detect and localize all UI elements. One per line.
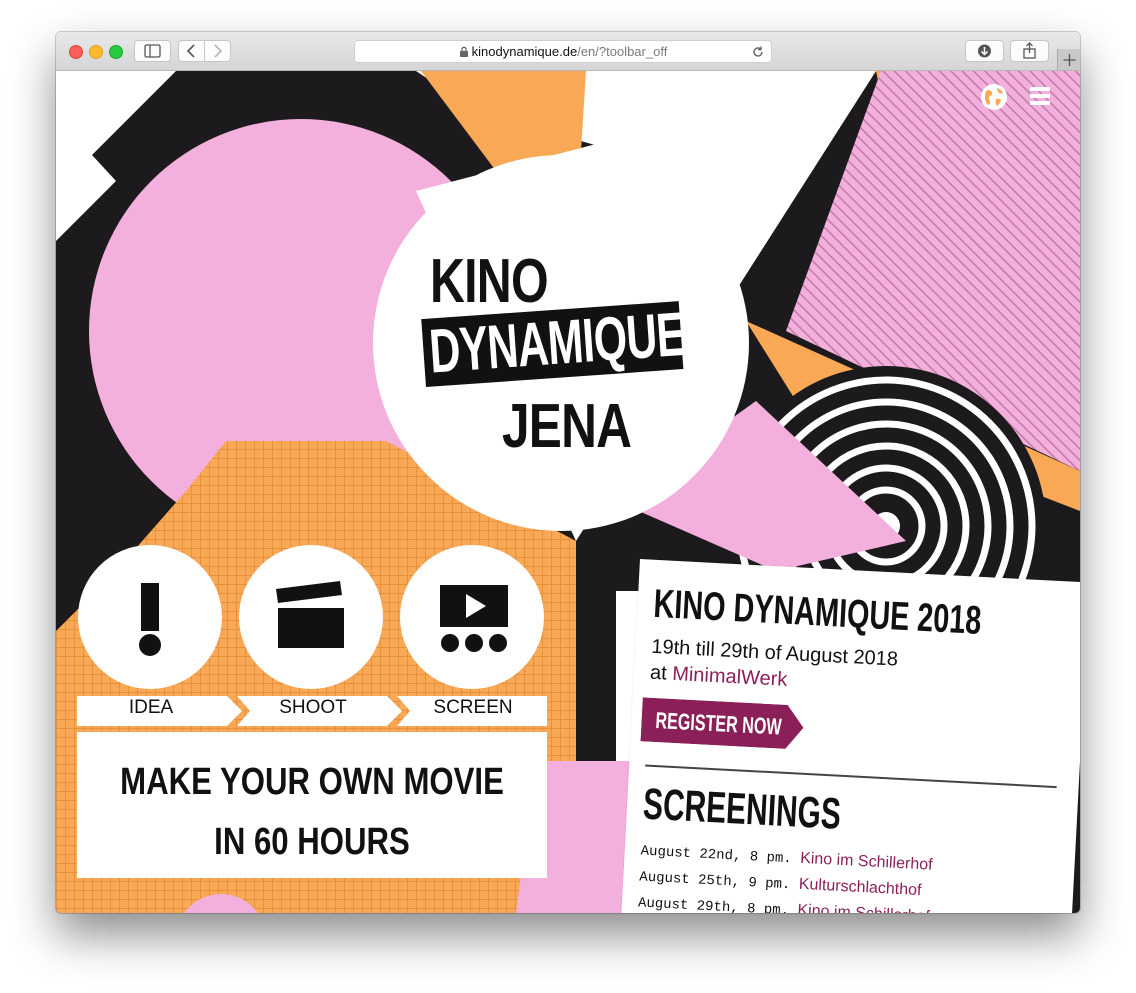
url-host: kinodynamique.de [471, 44, 578, 59]
step-label-idea: IDEA [128, 697, 174, 718]
register-button[interactable]: REGISTER NOW [640, 697, 804, 749]
event-location-prefix: at [649, 661, 668, 685]
tagline: MAKE YOUR OWN MOVIE IN 60 HOURS [120, 761, 504, 863]
browser-toolbar: kinodynamique.de/en/?toolbar_off [56, 32, 1080, 71]
steps-bar: IDEA SHOOT SCREEN [77, 696, 547, 726]
back-button[interactable] [178, 40, 205, 62]
tagline-box: MAKE YOUR OWN MOVIE IN 60 HOURS [77, 732, 547, 878]
film-projection-icon [440, 585, 508, 652]
step-circle-shoot[interactable] [239, 545, 383, 689]
url-path: /en/?toolbar_off [577, 44, 668, 59]
step-label-screen: SCREEN [433, 697, 513, 718]
chevron-right-icon [214, 44, 223, 58]
reload-icon[interactable] [751, 45, 765, 59]
logo-line-dynamique: DYNAMIQUE [427, 299, 687, 387]
zoom-window-button[interactable] [109, 45, 123, 59]
browser-window: kinodynamique.de/en/?toolbar_off KINO DY… [56, 32, 1080, 913]
site-logo[interactable]: KINO DYNAMIQUE JENA [421, 247, 696, 461]
minimize-window-button[interactable] [89, 45, 103, 59]
logo-line-kino: KINO [430, 247, 549, 316]
new-tab-button[interactable] [1057, 49, 1080, 70]
menu-icon [1030, 87, 1050, 105]
share-icon [1023, 42, 1036, 59]
address-bar[interactable]: kinodynamique.de/en/?toolbar_off [354, 40, 772, 63]
chevron-left-icon [186, 44, 195, 58]
sidebar-toggle-button[interactable] [134, 40, 171, 62]
downloads-button[interactable] [965, 40, 1004, 62]
close-window-button[interactable] [69, 45, 83, 59]
step-label-shoot: SHOOT [279, 697, 347, 718]
event-venue-link[interactable]: MinimalWerk [672, 663, 788, 691]
lock-icon [459, 46, 468, 57]
sidebar-icon [144, 44, 161, 58]
screening-venue-link[interactable]: Kino im Schillerhof [800, 850, 933, 874]
event-location: at MinimalWerk [649, 662, 787, 692]
forward-button[interactable] [204, 40, 231, 62]
share-button[interactable] [1010, 40, 1049, 62]
event-title: KINO DYNAMIQUE 2018 [652, 581, 983, 643]
clapperboard-icon [276, 581, 344, 648]
step-circle-idea[interactable] [78, 545, 222, 689]
screenings-list: August 22nd, 8 pm. Kino im Schillerhof A… [637, 841, 933, 913]
language-globe-icon[interactable] [980, 83, 1008, 111]
logo-line-jena: JENA [502, 392, 632, 461]
screenings-heading: SCREENINGS [641, 779, 843, 839]
exclamation-icon [139, 583, 161, 656]
step-circle-screen[interactable] [400, 545, 544, 689]
plus-icon [1063, 54, 1076, 66]
download-icon [978, 44, 991, 58]
hamburger-menu-button[interactable] [1028, 84, 1052, 108]
page-viewport: KINO DYNAMIQUE JENA IDEA SHOOT SCREEN MA… [56, 71, 1080, 913]
event-card: KINO DYNAMIQUE 2018 19th till 29th of Au… [620, 559, 1080, 913]
screening-date: August 22nd, 8 pm. [640, 843, 793, 868]
